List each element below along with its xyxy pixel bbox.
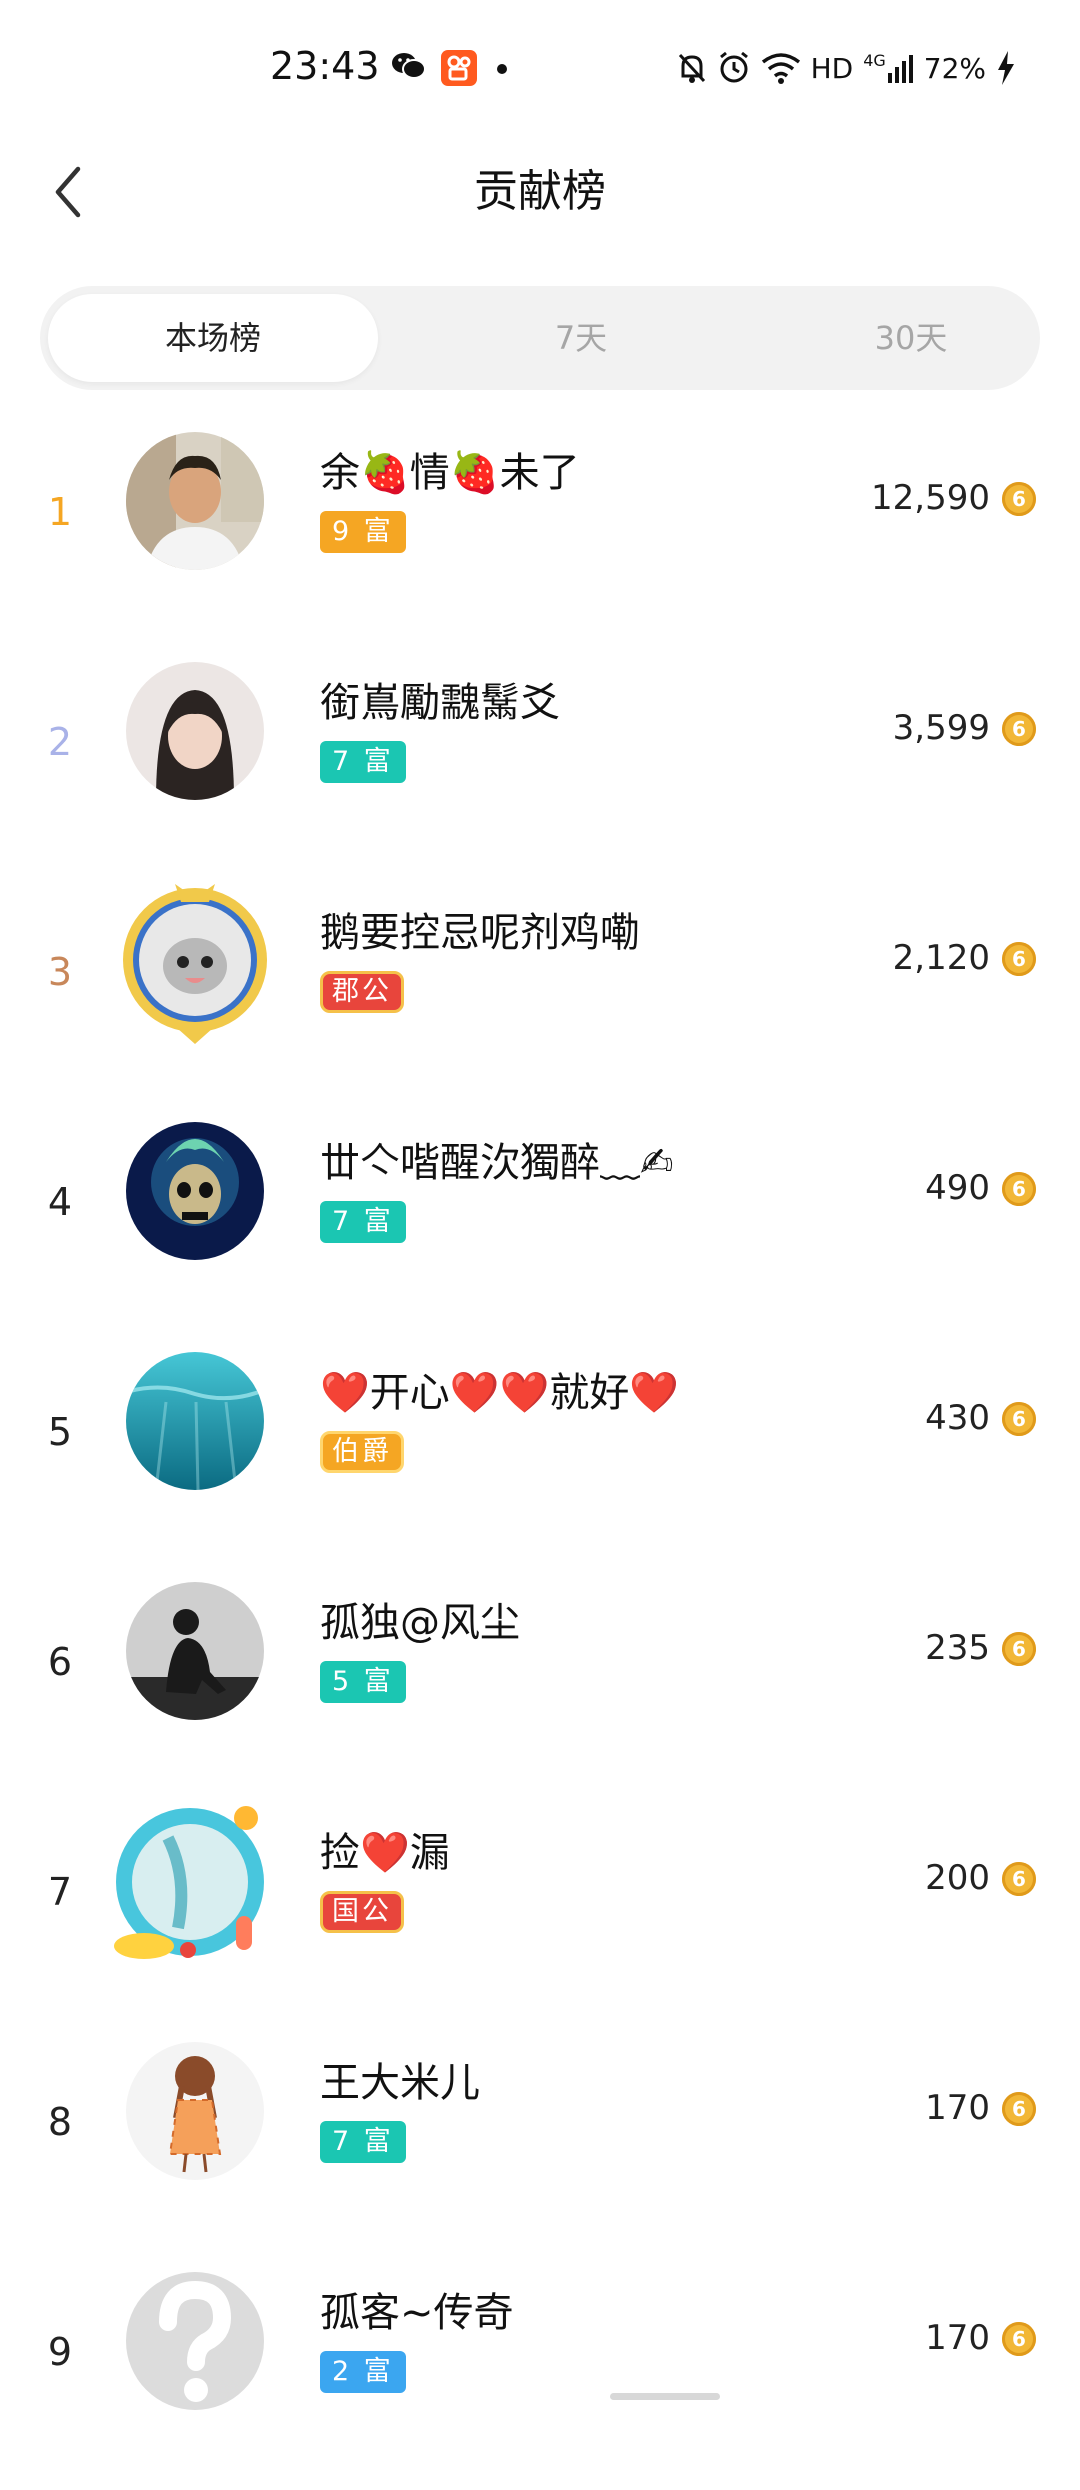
coin-icon: 6 [1002, 2322, 1036, 2356]
noble-rank-badge: 郡公 [320, 971, 404, 1013]
coin-icon: 6 [1002, 942, 1036, 976]
wifi-icon [761, 53, 800, 84]
wealth-level-badge: 5 富 [320, 1661, 406, 1703]
avatar-silhouette-icon [126, 1582, 264, 1720]
leaderboard-row[interactable]: 4 丗亽喈醒㳄獨醉﹏✍ 7 富 490 6 [0, 1110, 1080, 1340]
wealth-level-badge: 7 富 [320, 1201, 406, 1243]
rank-number: 4 [47, 1180, 73, 1224]
coin-icon: 6 [1002, 1862, 1036, 1896]
coin-icon: 6 [1002, 1632, 1036, 1666]
contribution-score: 430 [925, 1398, 990, 1438]
mute-bell-icon [678, 53, 705, 83]
avatar[interactable] [124, 2270, 266, 2412]
contribution-score: 490 [925, 1168, 990, 1208]
avatar-summer-frame-icon [114, 1806, 264, 1959]
avatar-cartoon-girl-icon [126, 2042, 264, 2180]
coin-icon: 6 [1002, 482, 1036, 516]
avatar-photo-woman-icon [126, 662, 264, 800]
wealth-level-badge: 7 富 [320, 741, 406, 783]
avatar-cat-frame-icon [123, 884, 267, 1044]
avatar[interactable] [124, 1580, 266, 1722]
tab-this-session[interactable]: 本场榜 [48, 294, 378, 382]
contribution-score: 2,120 [892, 938, 990, 978]
coin-icon: 6 [1002, 2092, 1036, 2126]
user-name: 孤独@风尘 [320, 1600, 520, 1646]
charging-bolt-icon [998, 51, 1014, 85]
coin-icon: 6 [1002, 1172, 1036, 1206]
avatar[interactable] [123, 884, 267, 1044]
rank-number: 6 [47, 1640, 73, 1684]
user-name: 鹅要控忌呢剂鸡嘞 [320, 910, 640, 956]
avatar-photo-man-icon [126, 432, 264, 570]
signal-icon: 4G [863, 53, 914, 83]
hd-label: HD [810, 51, 854, 85]
leaderboard-row[interactable]: 7 捡❤️漏 国公 200 6 [0, 1800, 1080, 2030]
wealth-level-badge: 9 富 [320, 511, 406, 553]
user-name: 銜嶌勵䰰鬗爻 [320, 680, 560, 726]
user-name: 孤客~传奇 [320, 2290, 514, 2336]
page-title: 贡献榜 [474, 166, 606, 217]
wechat-icon [392, 53, 426, 79]
leaderboard-row[interactable]: 8 王大米儿 7 富 170 6 [0, 2030, 1080, 2260]
rank-number: 2 [47, 720, 73, 764]
leaderboard-row[interactable]: 9 孤客~传奇 2 富 170 6 [0, 2260, 1080, 2490]
leaderboard-row[interactable]: 6 孤独@风尘 5 富 235 6 [0, 1570, 1080, 1800]
coin-icon: 6 [1002, 712, 1036, 746]
rank-number: 1 [47, 490, 73, 534]
noble-rank-badge: 国公 [320, 1891, 404, 1933]
leaderboard-row[interactable]: 3 鹅要控忌呢剂鸡嘞 郡公 2,120 6 [0, 880, 1080, 1110]
wealth-level-badge: 2 富 [320, 2351, 406, 2393]
notification-dot-icon [497, 64, 507, 74]
contribution-score: 3,599 [892, 708, 990, 748]
user-name: 捡❤️漏 [320, 1830, 450, 1876]
ranking-period-tabs: 本场榜 7天 30天 [40, 286, 1040, 390]
leaderboard-row[interactable]: 2 銜嶌勵䰰鬗爻 7 富 3,599 6 [0, 650, 1080, 880]
contribution-score: 170 [925, 2088, 990, 2128]
avatar-ocean-icon [126, 1352, 264, 1490]
rank-number: 8 [47, 2100, 73, 2144]
rank-number: 9 [47, 2330, 73, 2374]
status-bar: 23:43 HD 4G 72% [0, 0, 1080, 135]
user-name: 丗亽喈醒㳄獨醉﹏✍ [320, 1140, 674, 1186]
avatar[interactable] [124, 660, 266, 802]
alarm-icon [719, 51, 748, 83]
rank-number: 5 [47, 1410, 73, 1454]
contribution-score: 200 [925, 1858, 990, 1898]
coin-icon: 6 [1002, 1402, 1036, 1436]
avatar[interactable] [124, 1120, 266, 1262]
user-name: 王大米儿 [320, 2060, 480, 2106]
status-indicators: HD 4G 72% [677, 46, 1016, 90]
wealth-level-badge: 7 富 [320, 2121, 406, 2163]
avatar[interactable] [124, 2040, 266, 2182]
avatar-skull-icon [126, 1122, 264, 1260]
status-time: 23:43 [270, 44, 380, 88]
page-header: 贡献榜 [0, 135, 1080, 255]
noble-rank-badge: 伯爵 [320, 1431, 404, 1473]
user-name: ❤️开心❤️❤️就好❤️ [320, 1370, 680, 1416]
contribution-score: 12,590 [871, 478, 990, 518]
user-name: 余🍓情🍓未了 [320, 450, 580, 496]
avatar[interactable] [114, 1806, 266, 1959]
contribution-score: 235 [925, 1628, 990, 1668]
tab-30-days[interactable]: 30天 [746, 294, 1076, 382]
battery-level: 72% [923, 51, 986, 85]
scrollbar[interactable] [610, 2393, 720, 2400]
tab-7-days[interactable]: 7天 [416, 294, 746, 382]
avatar[interactable] [124, 1350, 266, 1492]
avatar[interactable] [124, 430, 266, 572]
rank-number: 3 [47, 950, 73, 994]
leaderboard-row[interactable]: 5 ❤️开心❤️❤️就好❤️ 伯爵 430 6 [0, 1340, 1080, 1570]
avatar-question-mark-icon [126, 2272, 264, 2410]
contribution-score: 170 [925, 2318, 990, 2358]
kuaishou-icon [441, 50, 477, 86]
rank-number: 7 [47, 1870, 73, 1914]
leaderboard-row[interactable]: 1 余🍓情🍓未了 9 富 12,590 6 [0, 420, 1080, 650]
